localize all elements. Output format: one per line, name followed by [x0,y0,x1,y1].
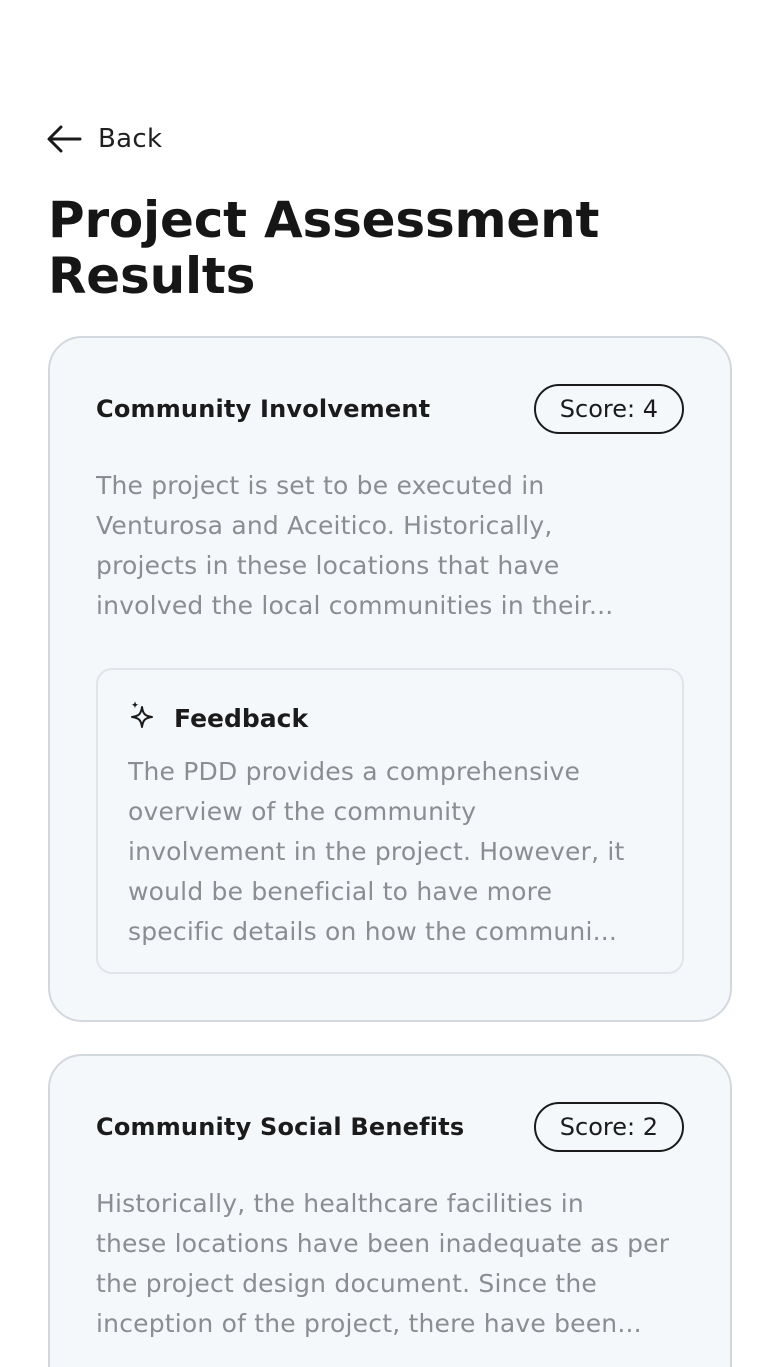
feedback-title: Feedback [174,703,309,733]
feedback-line: specific details on how the communi... [128,917,618,946]
feedback-text: The PDD provides a comprehensive overvie… [128,752,652,952]
feedback-line: involvement in the project. However, it [128,837,625,866]
assessment-results-page: Back Project Assessment Results Communit… [0,0,780,1367]
summary-line: the project design document. Since the [96,1269,597,1298]
summary-line: Historically, the healthcare facilities … [96,1189,584,1218]
summary-line: Venturosa and Aceitico. Historically, [96,511,553,540]
assessment-card-community-social-benefits[interactable]: Community Social Benefits Score: 2 Histo… [48,1054,732,1367]
assessment-summary: The project is set to be executed in Ven… [96,466,684,626]
back-label: Back [98,124,163,154]
feedback-line: overview of the community [128,797,477,826]
summary-line: The project is set to be executed in [96,471,545,500]
assessment-summary: Historically, the healthcare facilities … [96,1184,684,1344]
summary-line: these locations have been inadequate as … [96,1229,670,1258]
back-button[interactable]: Back [46,124,162,154]
card-title: Community Social Benefits [96,1113,465,1141]
feedback-panel[interactable]: Feedback The PDD provides a comprehensiv… [96,668,684,974]
feedback-line: The PDD provides a comprehensive [128,757,581,786]
page-title: Project Assessment Results [48,191,600,305]
score-badge: Score: 4 [533,384,684,434]
summary-line: projects in these locations that have [96,551,560,580]
card-title: Community Involvement [96,395,431,423]
sparkle-icon [128,699,158,737]
summary-line: involved the local communities in their.… [96,591,614,620]
feedback-line: would be beneficial to have more [128,877,553,906]
summary-line: inception of the project, there have bee… [96,1309,642,1338]
assessment-card-community-involvement[interactable]: Community Involvement Score: 4 The proje… [48,336,732,1022]
arrow-left-icon [46,124,82,154]
score-badge: Score: 2 [533,1102,684,1152]
